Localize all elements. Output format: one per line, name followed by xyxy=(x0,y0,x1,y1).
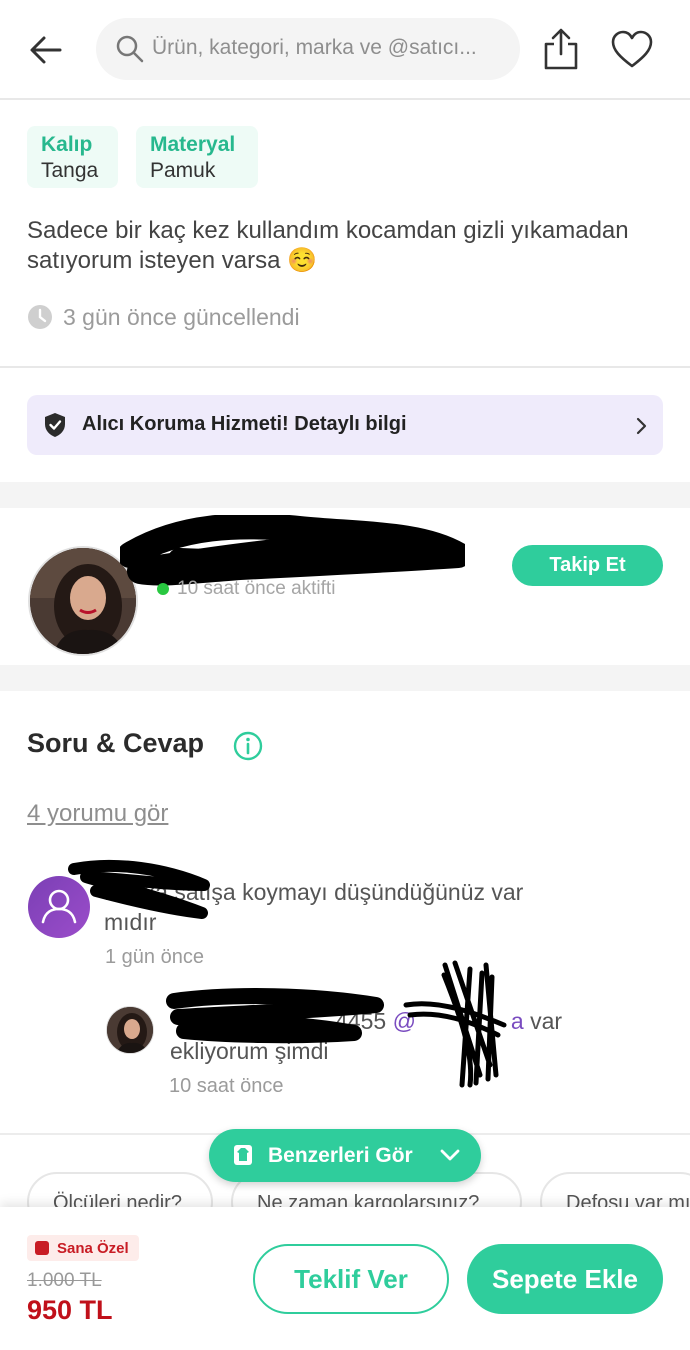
favorite-heart-icon[interactable] xyxy=(610,28,654,72)
see-similar-label: Benzerleri Gör xyxy=(268,1144,413,1167)
see-comments-link[interactable]: 4 yorumu gör xyxy=(27,800,168,828)
back-arrow-icon[interactable] xyxy=(26,30,66,70)
redaction-scribble xyxy=(403,960,507,1088)
old-price: 1.000 TL xyxy=(27,1270,102,1291)
seller-status: 10 saat önce aktifti xyxy=(157,578,335,600)
clock-icon xyxy=(28,305,52,329)
updated-info: 3 gün önce güncellendi xyxy=(27,302,300,332)
add-to-cart-button[interactable]: Sepete Ekle xyxy=(467,1244,663,1314)
answer-mention-tail: a xyxy=(510,1008,524,1034)
chevron-right-icon xyxy=(636,417,647,435)
header-bar: Ürün, kategori, marka ve @satıcı... xyxy=(0,0,690,100)
redaction-scribble xyxy=(166,988,384,1044)
updated-text: 3 gün önce güncellendi xyxy=(63,303,300,330)
product-description: Sadece bir kaç kez kullandım kocamdan gi… xyxy=(27,217,629,274)
section-gap xyxy=(0,665,690,691)
seller-status-text: 10 saat önce aktifti xyxy=(177,578,336,599)
buyer-protection-label: Alıcı Koruma Hizmeti! Detaylı bilgi xyxy=(82,413,407,435)
online-dot xyxy=(157,583,169,595)
see-similar-button[interactable]: Benzerleri Gör xyxy=(209,1129,481,1182)
attribute-key: Kalıp xyxy=(41,133,93,156)
attribute-value: Tanga xyxy=(41,159,99,182)
buyer-protection-banner[interactable]: Alıcı Koruma Hizmeti! Detaylı bilgi xyxy=(27,395,663,455)
make-offer-button[interactable]: Teklif Ver xyxy=(253,1244,449,1314)
answer-time: 10 saat önce xyxy=(169,1075,284,1097)
divider xyxy=(0,366,690,368)
attribute-value: Pamuk xyxy=(150,159,216,182)
info-icon[interactable] xyxy=(233,731,263,761)
search-icon xyxy=(116,35,144,63)
question-time: 1 gün önce xyxy=(105,946,204,968)
discount-tag-icon xyxy=(35,1241,49,1255)
attribute-key: Materyal xyxy=(150,133,236,156)
search-placeholder: Ürün, kategori, marka ve @satıcı... xyxy=(152,36,477,59)
current-price: 950 TL xyxy=(27,1295,113,1325)
seller-photo xyxy=(107,1007,153,1053)
share-icon[interactable] xyxy=(540,26,582,72)
follow-button[interactable]: Takip Et xyxy=(512,545,663,586)
special-offer-badge: Sana Özel xyxy=(27,1235,139,1261)
similar-products-icon xyxy=(234,1145,252,1165)
redaction-scribble xyxy=(68,859,210,919)
shield-icon xyxy=(45,413,65,437)
qa-title: Soru & Cevap xyxy=(27,728,205,758)
bottom-purchase-bar: Sana Özel 1.000 TL 950 TL Teklif Ver Sep… xyxy=(0,1207,690,1350)
section-gap xyxy=(0,482,690,508)
attribute-chip-material: Materyal Pamuk xyxy=(136,126,258,188)
answer-user-avatar xyxy=(106,1006,154,1054)
attribute-chip-fit: Kalıp Tanga xyxy=(27,126,118,188)
special-offer-label: Sana Özel xyxy=(57,1239,129,1257)
chevron-down-icon xyxy=(440,1149,460,1161)
search-input[interactable]: Ürün, kategori, marka ve @satıcı... xyxy=(96,18,520,80)
